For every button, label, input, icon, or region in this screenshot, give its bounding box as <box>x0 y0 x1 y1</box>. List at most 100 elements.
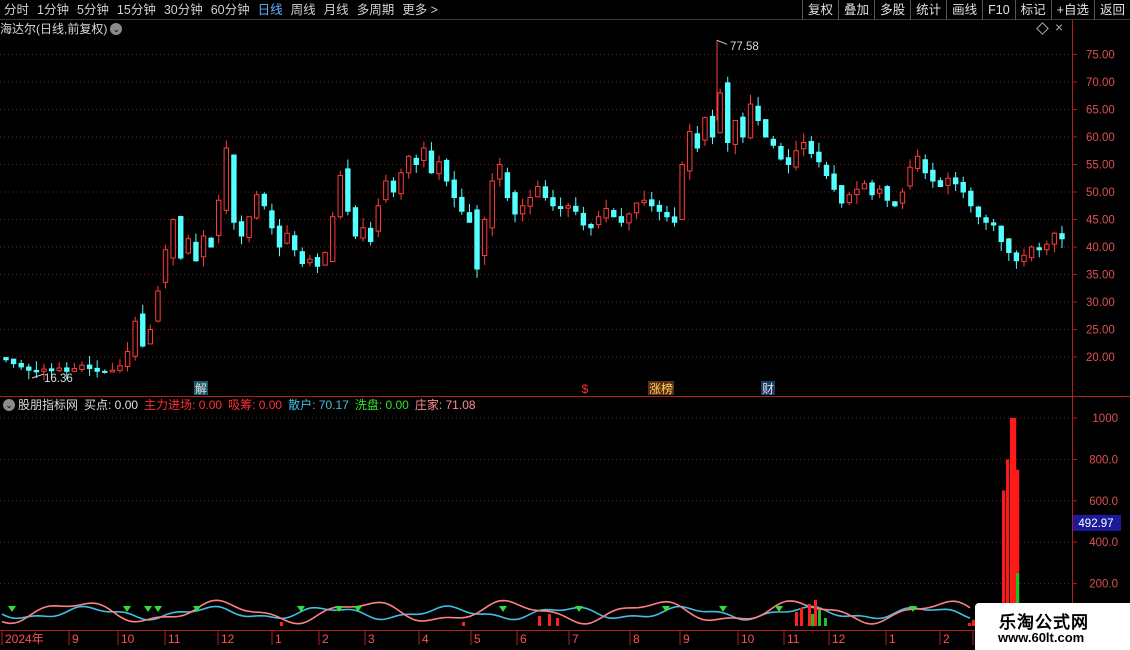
price-tick-label: 75.00 <box>1086 50 1115 62</box>
candle-body <box>33 369 40 373</box>
candle-body <box>246 216 252 239</box>
time-tick-label: 1 <box>275 632 282 646</box>
candle-body <box>512 192 518 215</box>
candle-body <box>451 179 457 198</box>
spike-bar <box>1013 418 1017 626</box>
volume-bar-red <box>556 618 559 626</box>
candle-body <box>26 366 32 371</box>
candle-body <box>838 185 845 204</box>
candle-body <box>291 235 298 251</box>
candle-body <box>876 188 883 194</box>
candle-body <box>831 173 837 190</box>
candle-body <box>428 150 435 174</box>
candle-body <box>1059 233 1065 240</box>
candle-body <box>778 145 784 160</box>
event-marker: 涨榜 <box>649 381 673 396</box>
watermark: 乐淘公式网 www.60lt.com <box>975 603 1130 650</box>
candle-body <box>147 329 154 345</box>
candle-body <box>375 205 381 232</box>
candle-body <box>489 180 495 229</box>
candle-body <box>550 197 556 207</box>
candle-body <box>193 241 199 262</box>
candle-body <box>390 180 397 193</box>
candle-body <box>542 186 549 198</box>
candle-body <box>269 210 275 229</box>
candle-body <box>497 164 503 180</box>
candle-body <box>884 186 890 201</box>
candle-body <box>481 219 488 256</box>
price-tick-label: 50.00 <box>1086 187 1115 199</box>
event-marker: 财 <box>762 382 774 396</box>
stock-chart[interactable]: 75.00 70.00 65.00 60.00 55.00 50.00 45.00 40.00… <box>0 0 1130 650</box>
candle-body <box>56 367 62 372</box>
candle-body <box>595 216 602 226</box>
time-tick-label: 11 <box>168 632 181 646</box>
candle-body <box>732 120 739 145</box>
event-marker: $ <box>582 382 589 396</box>
candle-body <box>307 258 313 264</box>
price-tick-label: 30.00 <box>1086 297 1115 309</box>
candle-body <box>41 368 47 372</box>
volume-bar-red <box>548 614 551 626</box>
candle-body <box>633 202 640 214</box>
cursor-value: 492.97 <box>1078 518 1113 530</box>
candle-body <box>254 194 260 219</box>
candle-body <box>1044 243 1050 251</box>
buy-marker <box>335 606 343 612</box>
candle-body <box>656 204 663 212</box>
candle-body <box>770 138 777 146</box>
candle-body <box>443 159 450 182</box>
candle-body <box>907 166 913 187</box>
candle-body <box>755 105 761 121</box>
candle-body <box>504 172 511 199</box>
time-tick-label: 1 <box>889 632 896 646</box>
volume-bar-red <box>800 608 803 626</box>
candle-body <box>717 92 723 134</box>
event-marker: 解 <box>195 382 207 396</box>
candle-body <box>626 213 632 224</box>
candle-body <box>998 225 1004 242</box>
indicator-tick-label: 800.0 <box>1089 454 1118 466</box>
candle-body <box>664 211 670 218</box>
price-tick-label: 60.00 <box>1086 132 1115 144</box>
candle-body <box>162 249 169 283</box>
candle-body <box>208 237 214 248</box>
buy-marker <box>154 606 162 612</box>
candle-body <box>952 177 959 185</box>
price-tick-label: 70.00 <box>1086 77 1115 89</box>
time-tick-label: 11 <box>787 632 800 646</box>
indicator-tick-label: 600.0 <box>1089 496 1118 508</box>
buy-marker <box>575 606 583 612</box>
candle-body <box>709 115 716 138</box>
candle-body <box>1036 247 1042 251</box>
candle-body <box>102 370 108 373</box>
candle-body <box>519 205 526 215</box>
time-tick-label: 2 <box>943 632 950 646</box>
price-tick-label: 25.00 <box>1086 325 1115 337</box>
candle-body <box>679 164 685 220</box>
volume-bar-red <box>280 622 283 626</box>
candle-body <box>869 182 875 196</box>
candle-body <box>185 238 192 254</box>
time-tick-label: 5 <box>474 632 481 646</box>
low-pointer <box>31 373 45 379</box>
candle-body <box>200 235 207 258</box>
candle-body <box>132 320 138 357</box>
candle-body <box>892 201 898 207</box>
time-tick-label: 9 <box>683 632 690 646</box>
candle-body <box>861 183 868 190</box>
price-tick-label: 65.00 <box>1086 105 1115 117</box>
candle-body <box>793 150 799 168</box>
time-tick-label: 2 <box>322 632 329 646</box>
candle-body <box>565 205 571 209</box>
candle-body <box>846 194 852 204</box>
candle-body <box>79 364 85 371</box>
candle-body <box>535 186 541 198</box>
candle-body <box>48 368 55 372</box>
candle-body <box>155 290 161 322</box>
candle-body <box>800 142 807 150</box>
time-tick-label: 10 <box>741 632 755 646</box>
candle-body <box>140 313 146 347</box>
candle-body <box>284 232 290 244</box>
spike-bar <box>1006 459 1010 626</box>
